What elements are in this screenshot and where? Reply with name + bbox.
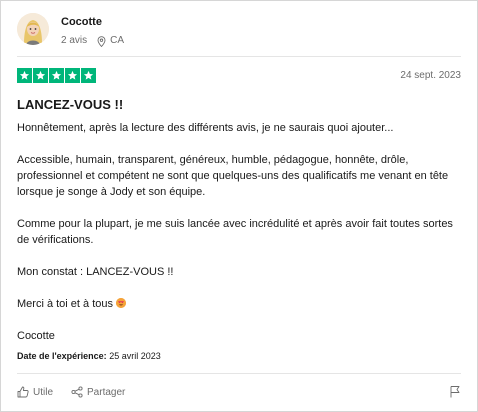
share-label: Partager	[87, 386, 126, 398]
star-icon	[49, 68, 64, 83]
review-body: Honnêtement, après la lecture des différ…	[17, 120, 463, 344]
flag-icon	[450, 386, 460, 398]
review-actions: Utile Partager	[17, 386, 143, 398]
reviews-count: 2 avis	[61, 35, 88, 46]
avatar[interactable]	[17, 13, 49, 45]
star-icon	[17, 68, 32, 83]
experience-date: Date de l'expérience: 25 avril 2023	[17, 350, 161, 362]
star-icon	[33, 68, 48, 83]
review-paragraph: Mon constat : LANCEZ-VOUS !!	[17, 266, 174, 278]
star-rating	[17, 68, 97, 83]
reviewer-country: CA	[110, 35, 125, 46]
review-paragraph: Accessible, humain, transparent, généreu…	[17, 154, 449, 198]
location-pin-icon	[97, 35, 106, 47]
experience-label: Date de l'expérience:	[17, 351, 107, 361]
review-paragraph: Honnêtement, après la lecture des différ…	[17, 122, 394, 134]
reviewer-header: Cocotte 2 avis CA	[17, 13, 124, 49]
review-paragraph: Merci à toi et à tous	[17, 298, 113, 310]
review-title[interactable]: LANCEZ-VOUS !!	[17, 97, 123, 113]
share-icon	[71, 386, 83, 398]
experience-value: 25 avril 2023	[109, 351, 161, 361]
useful-label: Utile	[33, 386, 54, 398]
reviewer-name[interactable]: Cocotte	[61, 15, 124, 29]
divider-bottom	[17, 373, 461, 374]
flag-button[interactable]	[449, 385, 461, 403]
useful-button[interactable]: Utile	[17, 386, 53, 398]
review-card: Cocotte 2 avis CA 24 sept. 2023 LANCEZ-V…	[0, 0, 478, 412]
review-paragraph: Comme pour la plupart, je me suis lancée…	[17, 218, 453, 246]
review-date: 24 sept. 2023	[400, 70, 461, 81]
review-paragraph-thanks: Merci à toi et à tous	[17, 296, 463, 312]
review-signature: Cocotte	[17, 330, 55, 342]
share-button[interactable]: Partager	[71, 386, 125, 398]
thumbs-up-icon	[17, 386, 29, 398]
star-icon	[65, 68, 80, 83]
star-icon	[81, 68, 96, 83]
heart-eyes-emoji	[116, 298, 127, 308]
divider-top	[17, 56, 461, 57]
